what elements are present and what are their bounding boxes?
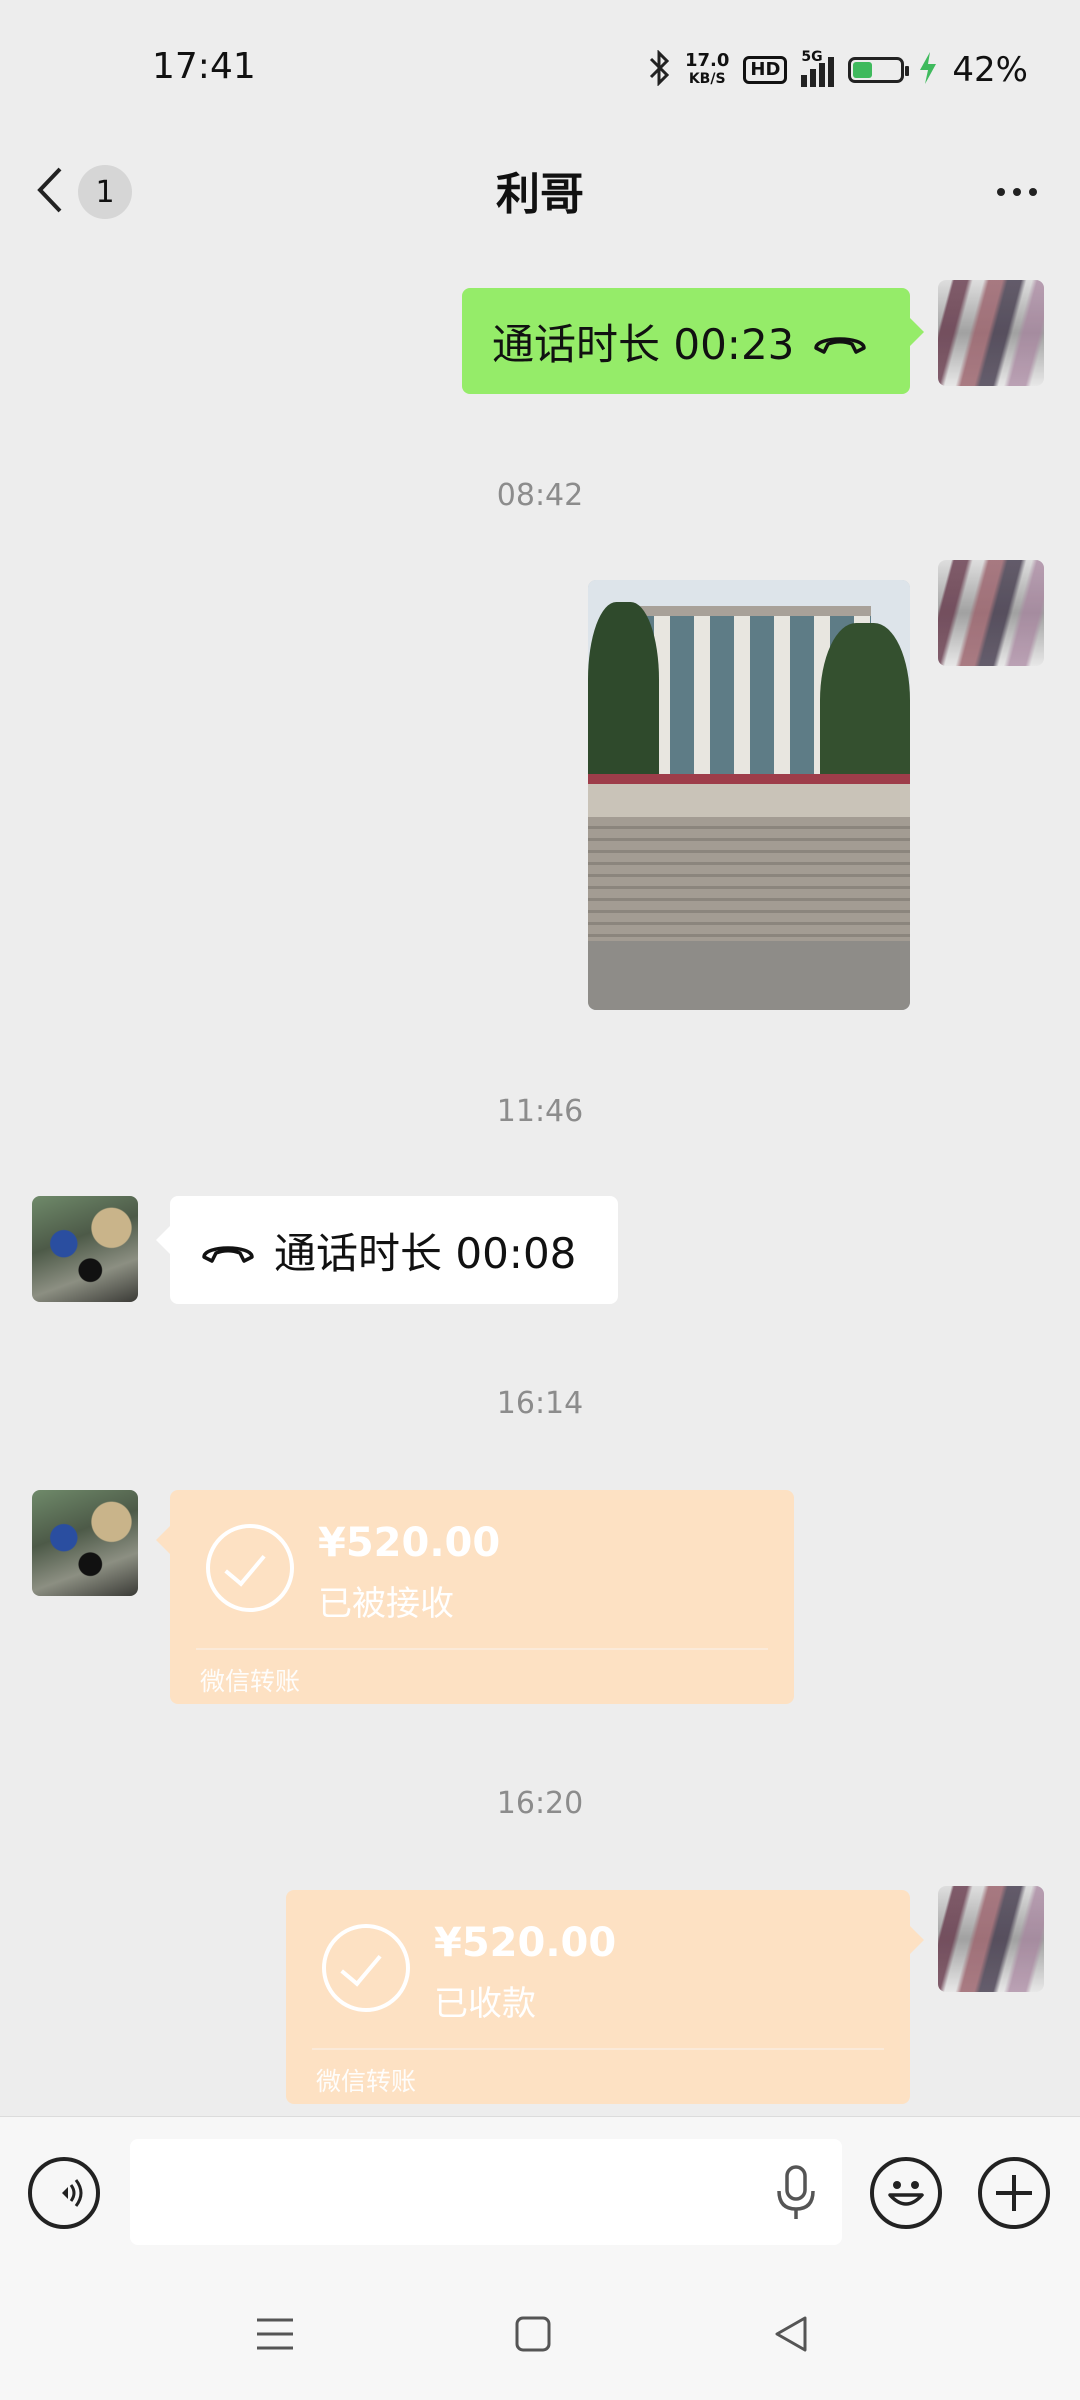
more-button[interactable]	[982, 162, 1052, 222]
chat-header: 1 利哥	[0, 140, 1080, 240]
system-nav-bar	[0, 2276, 1080, 2400]
battery-level	[853, 62, 873, 78]
microphone-button[interactable]	[766, 2161, 826, 2225]
call-record-incoming[interactable]: 通话时长 00:08	[156, 1196, 618, 1304]
emoji-button[interactable]	[870, 2157, 942, 2229]
self-avatar[interactable]	[938, 1886, 1044, 1992]
bluetooth-icon	[647, 49, 671, 90]
transfer-card-collected[interactable]: ¥520.00 已收款 微信转账	[286, 1890, 924, 2104]
check-circle-icon	[322, 1924, 410, 2012]
charging-icon	[918, 51, 938, 89]
transfer-amount: ¥520.00	[434, 1920, 617, 1966]
photo-message[interactable]	[588, 580, 910, 1010]
hd-badge: HD	[743, 56, 788, 84]
message-input[interactable]	[130, 2139, 842, 2245]
transfer-status: 已被接收	[318, 1584, 454, 1624]
status-icons: 17.0 KB/S HD 5G 42%	[647, 46, 1028, 94]
network-speed-value: 17.0	[684, 50, 730, 71]
battery-icon	[848, 57, 910, 83]
back-button[interactable]: 1	[34, 160, 154, 224]
timestamp: 11:46	[496, 1094, 584, 1129]
network-speed: 17.0 KB/S	[685, 52, 729, 88]
transfer-label: 微信转账	[316, 2067, 417, 2096]
battery-percent: 42%	[952, 50, 1028, 90]
timestamp: 16:20	[496, 1786, 584, 1821]
chevron-left-icon	[34, 165, 68, 219]
contact-avatar[interactable]	[32, 1490, 138, 1596]
call-record-outgoing[interactable]: 通话时长 00:23	[462, 288, 924, 394]
more-actions-button[interactable]	[978, 2157, 1050, 2229]
transfer-status: 已收款	[434, 1984, 536, 2024]
check-circle-icon	[206, 1524, 294, 1612]
divider	[312, 2048, 884, 2050]
more-dots-icon	[997, 188, 1037, 196]
transfer-amount: ¥520.00	[318, 1520, 501, 1566]
contact-avatar[interactable]	[32, 1196, 138, 1302]
transfer-label: 微信转账	[200, 1667, 301, 1696]
voice-toggle-icon	[46, 2173, 86, 2217]
back-triangle-icon	[771, 2314, 811, 2358]
home-button[interactable]	[498, 2306, 568, 2366]
call-duration-text: 通话时长 00:23	[492, 319, 795, 369]
network-speed-unit: KB/S	[688, 71, 726, 87]
menu-button[interactable]	[240, 2306, 310, 2366]
input-bar	[0, 2116, 1080, 2277]
timestamp: 16:14	[496, 1386, 584, 1421]
home-icon	[514, 2315, 552, 2357]
plus-icon	[982, 2161, 1046, 2229]
network-type: 5G	[801, 49, 823, 65]
signal-icon: 5G	[801, 49, 835, 87]
status-bar: 17:41 17.0 KB/S HD 5G 42%	[0, 0, 1080, 140]
transfer-card-received[interactable]: ¥520.00 已被接收 微信转账	[156, 1490, 794, 1704]
timestamp: 08:42	[496, 478, 584, 513]
hangup-icon	[812, 326, 868, 356]
hangup-icon	[200, 1235, 256, 1265]
back-nav-button[interactable]	[756, 2306, 826, 2366]
emoji-icon	[874, 2161, 938, 2229]
chat-title: 利哥	[496, 169, 584, 220]
voice-toggle-button[interactable]	[28, 2157, 100, 2229]
call-duration-text: 通话时长 00:08	[274, 1228, 577, 1278]
divider	[196, 1648, 768, 1650]
microphone-icon	[766, 2165, 826, 2229]
self-avatar[interactable]	[938, 560, 1044, 666]
menu-icon	[255, 2316, 295, 2356]
self-avatar[interactable]	[938, 280, 1044, 386]
unread-badge: 1	[78, 165, 132, 219]
status-time: 17:41	[152, 46, 256, 87]
